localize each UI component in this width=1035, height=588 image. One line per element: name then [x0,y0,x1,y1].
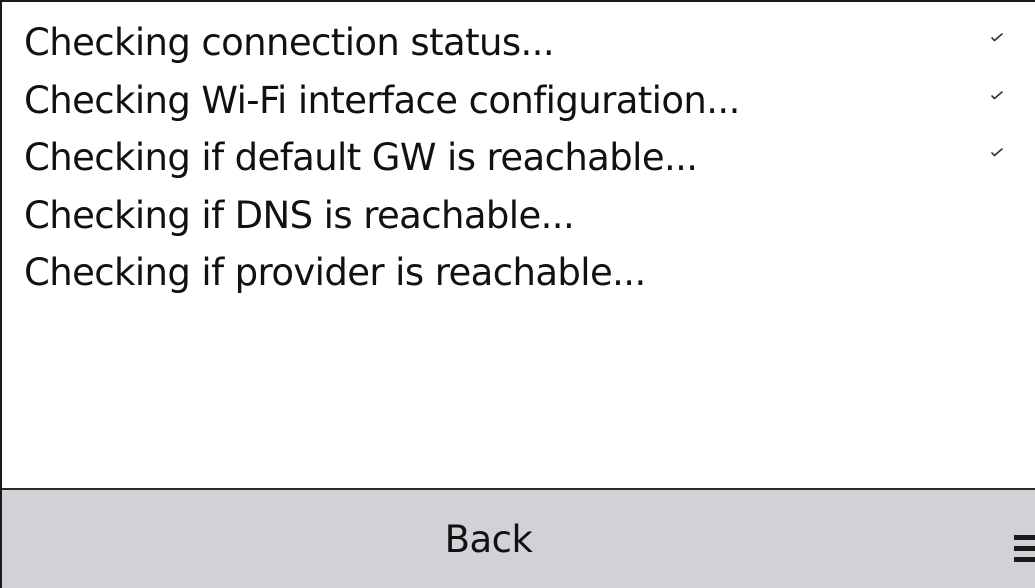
check-label: Checking if provider is reachable... [24,251,646,294]
check-item-provider: Checking if provider is reachable... [24,244,1035,302]
hamburger-menu-icon[interactable] [1014,535,1035,565]
check-label: Checking if DNS is reachable... [24,193,575,237]
check-item-dns: Checking if DNS is reachable... [24,187,1035,245]
check-label: Checking connection status... [24,21,555,64]
check-label: Checking if default GW is reachable... [24,136,698,179]
check-item-default-gateway: Checking if default GW is reachable... [24,129,1035,187]
check-label: Checking Wi-Fi interface configuration..… [24,78,740,122]
checkmark-icon [990,31,1004,43]
check-item-connection-status: Checking connection status... [24,14,1035,72]
check-item-wifi-interface: Checking Wi-Fi interface configuration..… [24,72,1035,130]
check-list: Checking connection status... Checking W… [24,14,1035,302]
diagnostics-screen: Checking connection status... Checking W… [0,0,1035,588]
checkmark-icon [990,146,1004,158]
back-button[interactable]: Back [2,490,975,588]
checkmark-icon [990,89,1004,101]
bottom-bar: Back [2,488,1035,588]
